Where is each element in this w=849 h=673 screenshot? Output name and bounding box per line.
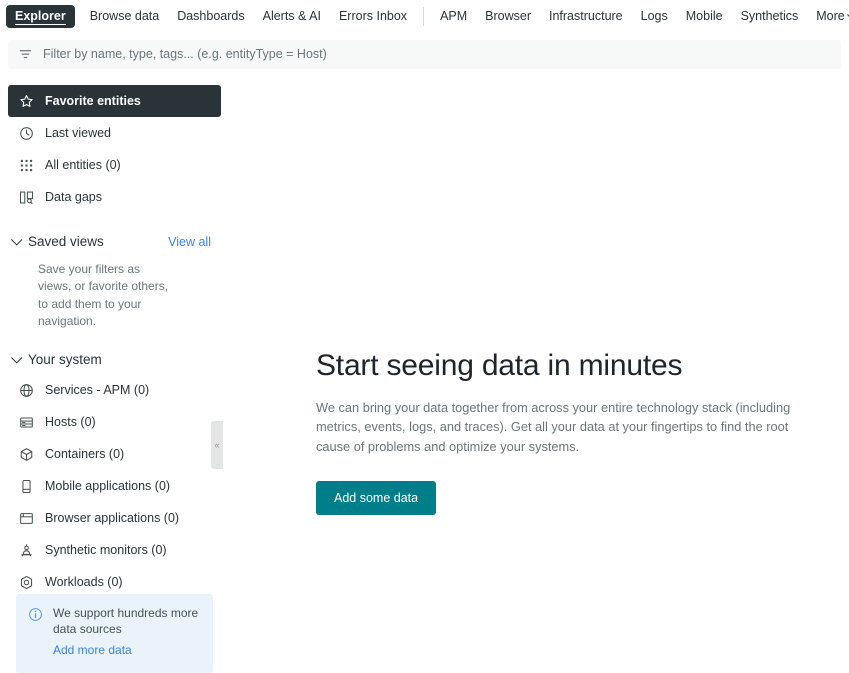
workload-icon [18,575,34,591]
sidebar-item-containers[interactable]: Containers (0) [8,439,221,471]
sidebar: Favorite entities Last viewed [0,77,229,673]
nav-item-errors-inbox[interactable]: Errors Inbox [330,4,416,29]
nav-item-synthetics[interactable]: Synthetics [732,4,808,29]
filter-bar[interactable]: Filter by name, type, tags... (e.g. enti… [8,40,841,69]
sidebar-item-favorite-entities[interactable]: Favorite entities [8,85,221,117]
sidebar-collapse-handle[interactable]: « [211,421,223,469]
nav-item-browse-data[interactable]: Browse data [81,4,168,29]
container-icon [18,447,34,463]
nav-item-explorer-label: Explorer [15,9,66,25]
sidebar-item-label: Services - APM (0) [45,384,149,397]
mobile-icon [18,479,34,495]
host-icon [18,415,34,431]
empty-state-title: Start seeing data in minutes [316,349,816,384]
support-info-box: We support hundreds more data sources Ad… [16,594,213,673]
filter-input[interactable]: Filter by name, type, tags... (e.g. enti… [43,48,327,61]
clock-icon [18,125,34,141]
top-navigation-bar: Explorer Browse data Dashboards Alerts &… [0,0,849,34]
sidebar-item-label: Workloads (0) [45,576,123,589]
sidebar-item-label: Data gaps [45,191,102,204]
nav-item-infrastructure[interactable]: Infrastructure [540,4,632,29]
info-icon [28,607,43,622]
sidebar-item-label: Mobile applications (0) [45,480,170,493]
star-icon [18,93,34,109]
empty-state-description: We can bring your data together from acr… [316,398,812,457]
sidebar-item-label: Favorite entities [45,95,141,108]
nav-item-alerts-ai[interactable]: Alerts & AI [254,4,330,29]
nav-item-logs[interactable]: Logs [632,4,677,29]
saved-views-description: Save your filters as views, or favorite … [0,257,200,331]
grid-dots-icon [18,157,34,173]
section-header-your-system[interactable]: Your system [0,345,229,375]
globe-icon [18,383,34,399]
add-some-data-button[interactable]: Add some data [316,481,436,515]
sidebar-item-mobile-applications[interactable]: Mobile applications (0) [8,471,221,503]
sidebar-item-hosts[interactable]: Hosts (0) [8,407,221,439]
empty-state: Start seeing data in minutes We can brin… [316,349,816,515]
add-more-data-link[interactable]: Add more data [53,643,132,657]
nav-item-more[interactable]: More [807,4,849,29]
chevron-down-icon [11,352,22,363]
synthetic-monitor-icon [18,543,34,559]
sidebar-your-system-list: Services - APM (0) Hosts (0) [0,375,229,599]
page-body: Favorite entities Last viewed [0,77,849,673]
nav-item-more-label: More [816,10,844,23]
sidebar-item-label: Containers (0) [45,448,124,461]
nav-item-browser[interactable]: Browser [476,4,540,29]
browser-icon [18,511,34,527]
sidebar-item-data-gaps[interactable]: Data gaps [8,181,221,213]
chevron-down-icon [11,234,22,245]
sidebar-item-label: Hosts (0) [45,416,96,429]
saved-views-view-all-link[interactable]: View all [168,236,211,249]
support-info-text: We support hundreds more data sources [53,606,201,638]
nav-item-apm[interactable]: APM [431,4,476,29]
main-content-panel: Start seeing data in minutes We can brin… [229,77,849,673]
sidebar-item-services-apm[interactable]: Services - APM (0) [8,375,221,407]
nav-item-explorer[interactable]: Explorer [6,5,75,28]
nav-item-dashboards[interactable]: Dashboards [168,4,253,29]
nav-item-mobile[interactable]: Mobile [677,4,732,29]
filter-bar-container: Filter by name, type, tags... (e.g. enti… [0,34,849,77]
sidebar-item-label: Synthetic monitors (0) [45,544,167,557]
sidebar-item-browser-applications[interactable]: Browser applications (0) [8,503,221,535]
nav-divider-1 [423,7,424,26]
sidebar-item-all-entities[interactable]: All entities (0) [8,149,221,181]
sidebar-item-last-viewed[interactable]: Last viewed [8,117,221,149]
sidebar-item-label: Last viewed [45,127,111,140]
section-header-saved-views[interactable]: Saved views View all [0,227,229,257]
chevron-left-icon: « [214,441,219,450]
data-gaps-icon [18,189,34,205]
sidebar-item-label: All entities (0) [45,159,121,172]
your-system-title: Your system [28,353,211,367]
sidebar-item-synthetic-monitors[interactable]: Synthetic monitors (0) [8,535,221,567]
saved-views-title: Saved views [28,235,160,249]
sidebar-top-list: Favorite entities Last viewed [0,85,229,213]
filter-icon [18,47,33,62]
sidebar-item-label: Browser applications (0) [45,512,179,525]
